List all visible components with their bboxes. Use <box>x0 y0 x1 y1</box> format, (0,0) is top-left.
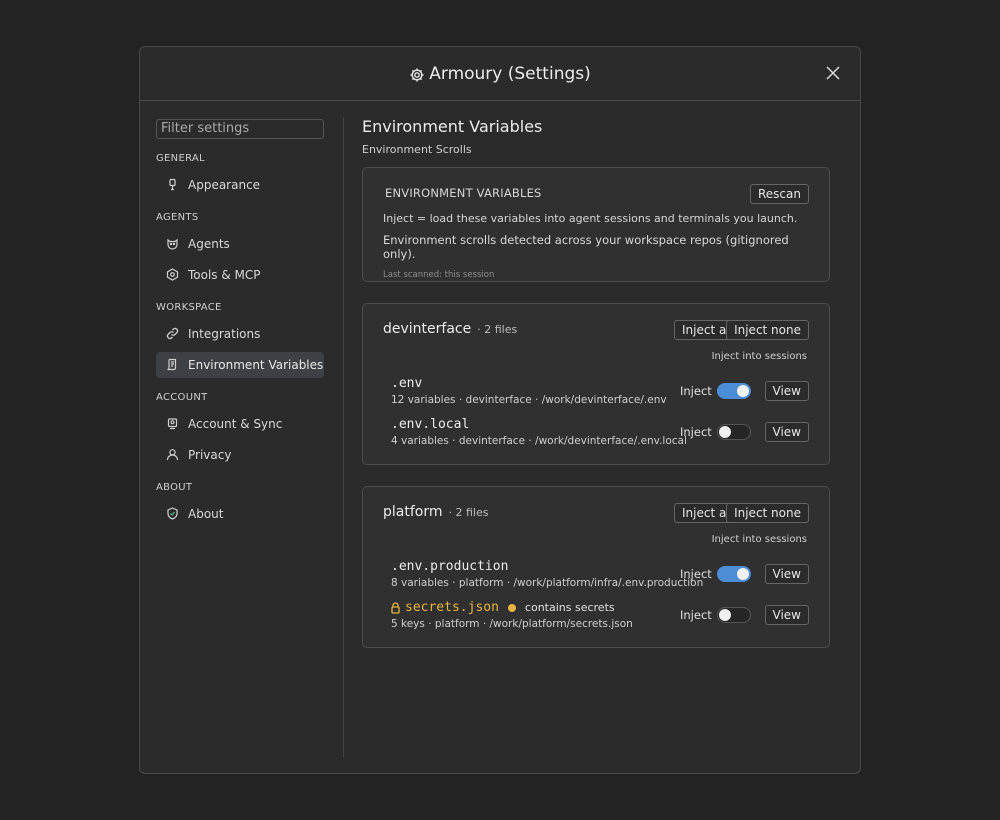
sidebar-item-label: Privacy <box>188 447 232 462</box>
account-icon <box>167 418 178 430</box>
toggle-knob <box>719 609 731 621</box>
repo-name: devinterface · 2 files <box>383 321 517 337</box>
sidebar-item-appearance[interactable]: Appearance <box>156 172 324 198</box>
repo-card-platform: platform · 2 files Inject all Inject none… <box>362 486 830 648</box>
inject-into-sessions-label: Inject into sessions <box>711 351 807 362</box>
group-label-about: ABOUT <box>156 481 193 493</box>
dialog-title: Armoury (Settings) <box>409 64 591 84</box>
view-button[interactable]: View <box>764 381 809 401</box>
group-label-workspace: WORKSPACE <box>156 301 222 313</box>
sidebar-item-label: Tools & MCP <box>188 267 261 282</box>
rescan-button[interactable]: Rescan <box>750 184 809 204</box>
sidebar-divider <box>343 117 344 757</box>
dialog-header: Armoury (Settings) <box>140 47 860 101</box>
view-button[interactable]: View <box>764 605 809 625</box>
inject-toggle[interactable] <box>717 383 751 399</box>
sidebar-item-account-sync[interactable]: Account & Sync <box>156 411 324 437</box>
info-heading: ENVIRONMENT VARIABLES <box>385 186 542 200</box>
sidebar-item-label: About <box>188 506 224 521</box>
repo-file-count: · 2 files <box>448 506 489 519</box>
link-icon <box>166 327 179 340</box>
view-button[interactable]: View <box>764 422 809 442</box>
inject-label: Inject <box>680 425 712 439</box>
sidebar-item-label: Agents <box>188 236 230 251</box>
sidebar-item-privacy[interactable]: Privacy <box>156 442 324 468</box>
settings-dialog: Armoury (Settings) GENERAL Appearance AG… <box>139 46 861 774</box>
inject-toggle[interactable] <box>717 424 751 440</box>
main-panel: Environment Variables Environment Scroll… <box>362 117 830 648</box>
repo-name-text: platform <box>383 504 443 520</box>
sidebar-item-label: Environment Variables <box>188 357 324 372</box>
sidebar-item-label: Appearance <box>188 177 261 192</box>
dialog-title-text: Armoury (Settings) <box>429 63 591 84</box>
group-label-general: GENERAL <box>156 152 205 164</box>
repo-card-devinterface: devinterface · 2 files Inject all Inject … <box>362 303 830 465</box>
inject-label: Inject <box>680 567 712 581</box>
filter-settings-input[interactable] <box>156 118 324 139</box>
inject-toggle[interactable] <box>717 607 751 623</box>
info-line-inject: Inject = load these variables into agent… <box>383 212 798 225</box>
close-icon <box>826 66 840 80</box>
page-title: Environment Variables <box>362 117 543 136</box>
view-button[interactable]: View <box>764 564 809 584</box>
repo-name: platform · 2 files <box>383 504 488 520</box>
inject-into-sessions-label: Inject into sessions <box>711 534 807 545</box>
inject-none-button[interactable]: Inject none <box>726 503 809 523</box>
lock-icon <box>391 601 400 614</box>
toggle-knob <box>737 385 749 397</box>
toggle-knob <box>719 426 731 438</box>
sidebar-item-environment-variables[interactable]: Environment Variables <box>156 351 324 378</box>
last-scanned: Last scanned: this session <box>383 270 495 280</box>
sidebar-item-label: Integrations <box>188 326 261 341</box>
inject-label: Inject <box>680 384 712 398</box>
sidebar-item-integrations[interactable]: Integrations <box>156 321 324 347</box>
sidebar-item-tools-mcp[interactable]: Tools & MCP <box>156 262 324 288</box>
inject-label: Inject <box>680 608 712 622</box>
close-button[interactable] <box>824 64 842 82</box>
sidebar-item-label: Account & Sync <box>188 416 283 431</box>
secret-warning-dot <box>507 603 516 612</box>
file-name-text: secrets.json <box>405 600 499 615</box>
brush-icon <box>169 178 176 191</box>
sidebar-item-agents[interactable]: Agents <box>156 231 324 257</box>
toggle-knob <box>737 568 749 580</box>
secret-note: contains secrets <box>524 601 615 614</box>
group-label-agents: AGENTS <box>156 211 199 223</box>
tools-icon <box>166 268 179 281</box>
user-icon <box>166 449 179 461</box>
shield-icon <box>167 507 178 520</box>
repo-file-count: · 2 files <box>477 323 518 336</box>
scroll-icon <box>167 358 177 371</box>
sidebar-item-about[interactable]: About <box>156 501 324 527</box>
info-line-detected: Environment scrolls detected across your… <box>383 233 789 261</box>
group-label-account: ACCOUNT <box>156 391 208 403</box>
inject-none-button[interactable]: Inject none <box>726 320 809 340</box>
page-subtitle: Environment Scrolls <box>362 143 472 156</box>
agent-icon <box>167 238 178 250</box>
info-card: ENVIRONMENT VARIABLES Rescan Inject = lo… <box>362 167 830 282</box>
settings-sidebar: GENERAL Appearance AGENTS Agents Tools &… <box>156 117 324 532</box>
inject-toggle[interactable] <box>717 566 751 582</box>
gear-icon <box>410 68 424 81</box>
repo-name-text: devinterface <box>383 321 472 337</box>
